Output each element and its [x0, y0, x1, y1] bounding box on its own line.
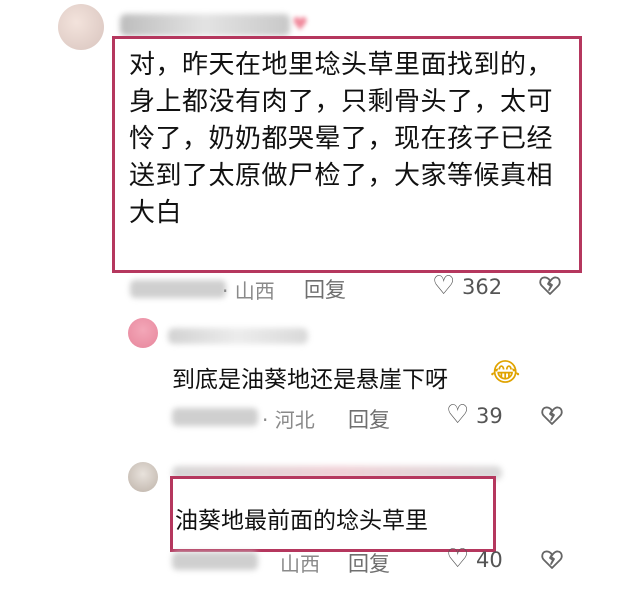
heart-icon[interactable]: ♡	[446, 400, 469, 430]
reply-button[interactable]: 回复	[304, 274, 346, 304]
reply-button[interactable]: 回复	[348, 404, 390, 434]
comment-location: 山西	[280, 552, 320, 576]
comment-text: 到底是油葵地还是悬崖下呀	[172, 367, 448, 393]
broken-heart-icon[interactable]	[540, 403, 564, 433]
blurred-username[interactable]	[168, 328, 308, 344]
broken-heart-icon[interactable]	[538, 273, 562, 303]
author-heart-icon: ♥	[292, 14, 309, 35]
blurred-timestamp	[130, 280, 226, 298]
comment-location: · 河北	[262, 408, 315, 432]
like-count: 362	[462, 275, 503, 299]
like-count: 39	[476, 404, 503, 428]
heart-icon[interactable]: ♡	[446, 544, 469, 574]
highlighted-comment-box: 对，昨天在地里埝头草里面找到的，身上都没有肉了，只剩骨头了，太可怜了，奶奶都哭晕…	[112, 36, 582, 273]
laughing-crying-emoji: 😂	[490, 358, 521, 388]
highlighted-comment-box: 油葵地最前面的埝头草里	[170, 476, 496, 552]
blurred-username[interactable]	[120, 14, 290, 36]
heart-icon[interactable]: ♡	[432, 271, 455, 301]
blurred-timestamp	[172, 552, 258, 570]
commenter-avatar[interactable]	[128, 462, 158, 492]
broken-heart-icon[interactable]	[540, 547, 564, 577]
blurred-timestamp	[172, 408, 258, 426]
comment-text: 油葵地最前面的埝头草里	[175, 508, 428, 534]
commenter-avatar[interactable]	[128, 318, 158, 348]
comment-text: 对，昨天在地里埝头草里面找到的，身上都没有肉了，只剩骨头了，太可怜了，奶奶都哭晕…	[129, 50, 554, 228]
comment-location: · 山西	[222, 279, 275, 303]
like-count: 40	[476, 548, 503, 572]
reply-button[interactable]: 回复	[348, 548, 390, 578]
commenter-avatar[interactable]	[58, 4, 104, 50]
